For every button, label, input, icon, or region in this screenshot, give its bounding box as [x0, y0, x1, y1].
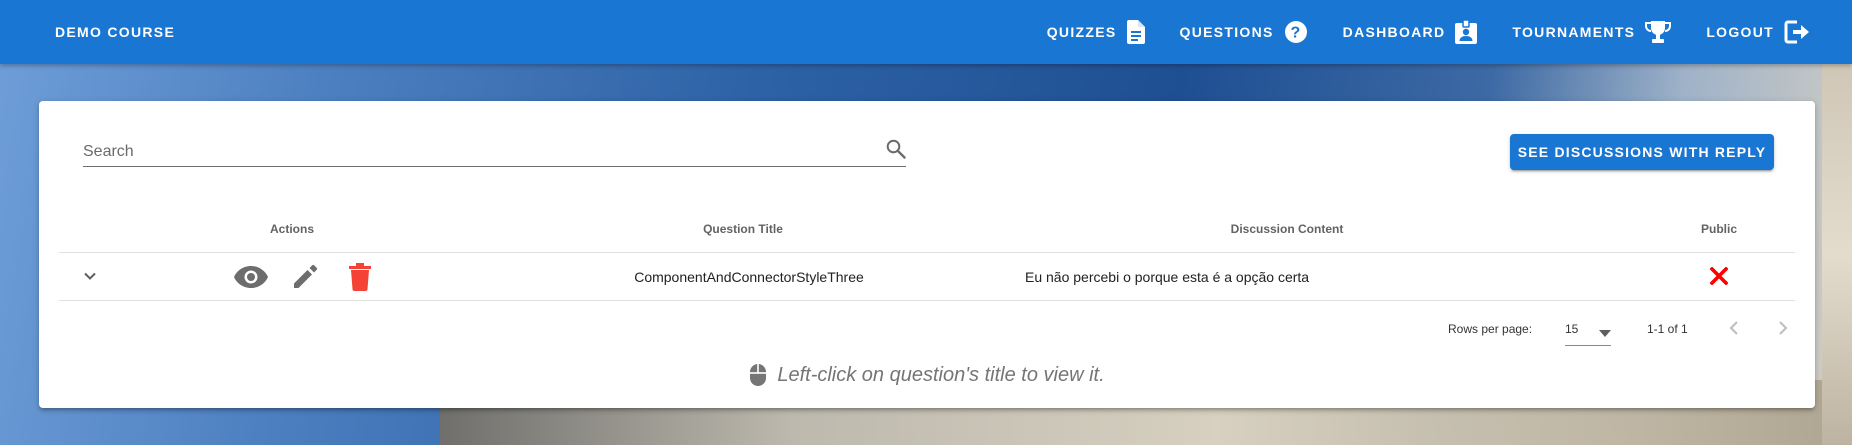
next-page-button[interactable] — [1775, 319, 1791, 340]
column-header-discussion-content[interactable]: Discussion Content — [1167, 205, 1407, 253]
logout-icon — [1784, 20, 1810, 44]
trophy-icon — [1645, 20, 1672, 44]
help-circle-icon: ? — [1284, 20, 1308, 44]
nav-quizzes[interactable]: QUIZZES — [1035, 0, 1157, 64]
main-nav: QUIZZES QUESTIONS ? DASHBOARD TOURNAMENT… — [1035, 0, 1822, 64]
top-app-bar: DEMO COURSE QUIZZES QUESTIONS ? DASHBOAR… — [0, 0, 1852, 64]
table-row: ComponentAndConnectorStyleThree Eu não p… — [59, 253, 1795, 301]
chevron-right-icon — [1775, 321, 1791, 340]
nav-dashboard-label: DASHBOARD — [1342, 24, 1446, 40]
search-field[interactable] — [83, 131, 906, 167]
badge-account-icon — [1455, 20, 1478, 44]
menu-down-icon — [1599, 327, 1611, 341]
rows-per-page-select[interactable]: 15 — [1565, 314, 1611, 346]
nav-questions[interactable]: QUESTIONS ? — [1168, 0, 1320, 64]
nav-questions-label: QUESTIONS — [1179, 24, 1274, 40]
page-range-text: 1-1 of 1 — [1647, 322, 1688, 336]
previous-page-button[interactable] — [1726, 319, 1742, 340]
eye-icon — [234, 266, 268, 288]
expand-row-button[interactable] — [78, 253, 102, 301]
delete-discussion-button[interactable] — [342, 253, 378, 301]
column-header-public[interactable]: Public — [1681, 205, 1757, 253]
search-icon[interactable] — [886, 139, 906, 164]
pencil-icon — [291, 263, 319, 291]
column-header-actions[interactable]: Actions — [219, 205, 365, 253]
chevron-left-icon — [1726, 321, 1742, 340]
column-header-question-title[interactable]: Question Title — [619, 205, 867, 253]
instruction-hint: Left-click on question's title to view i… — [39, 363, 1815, 387]
table-header: Actions Question Title Discussion Conten… — [59, 205, 1795, 253]
nav-logout[interactable]: LOGOUT — [1694, 0, 1822, 64]
discussion-content-cell: Eu não percebi o porque esta é a opção c… — [1025, 269, 1310, 285]
nav-dashboard[interactable]: DASHBOARD — [1331, 0, 1490, 64]
edit-discussion-button[interactable] — [287, 253, 323, 301]
trash-icon — [349, 263, 371, 291]
nav-tournaments[interactable]: TOURNAMENTS — [1500, 0, 1683, 64]
rows-per-page-value: 15 — [1565, 322, 1579, 336]
rows-per-page-label: Rows per page: — [1448, 322, 1533, 336]
discussions-card: SEE DISCUSSIONS WITH REPLY Actions Quest… — [39, 101, 1815, 408]
question-title-cell[interactable]: ComponentAndConnectorStyleThree — [599, 253, 899, 301]
close-icon — [1709, 265, 1729, 288]
search-input[interactable] — [83, 141, 863, 163]
instruction-hint-text: Left-click on question's title to view i… — [777, 363, 1105, 386]
svg-text:?: ? — [1290, 25, 1301, 42]
background-photo-edge — [1822, 64, 1852, 445]
view-question-button[interactable] — [233, 253, 269, 301]
mouse-icon — [749, 363, 767, 387]
nav-logout-label: LOGOUT — [1706, 24, 1774, 40]
see-discussions-with-reply-button[interactable]: SEE DISCUSSIONS WITH REPLY — [1510, 134, 1774, 170]
nav-tournaments-label: TOURNAMENTS — [1512, 24, 1636, 40]
file-document-icon — [1126, 20, 1145, 44]
course-title[interactable]: DEMO COURSE — [55, 0, 175, 64]
public-status-cell[interactable] — [1701, 253, 1737, 301]
table-footer: Rows per page: 15 1-1 of 1 — [59, 302, 1795, 358]
nav-quizzes-label: QUIZZES — [1046, 24, 1117, 40]
chevron-down-icon — [82, 268, 98, 287]
